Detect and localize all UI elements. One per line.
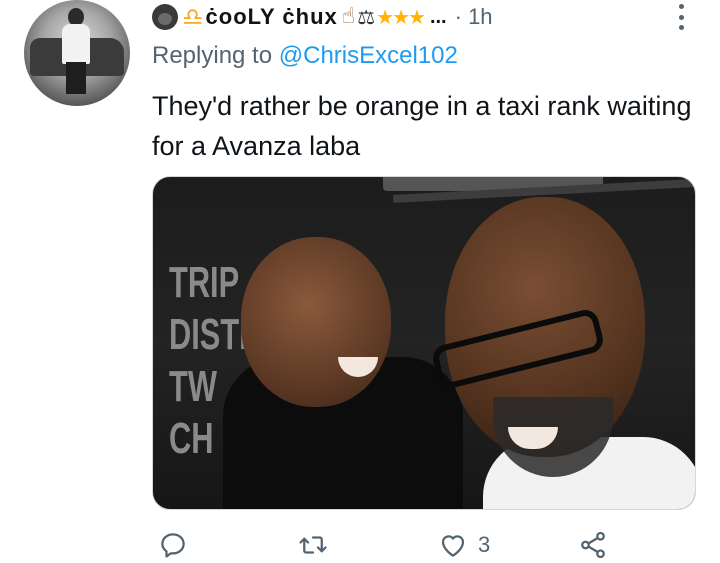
author-display-name[interactable]: ċooLY ċhux xyxy=(206,4,338,30)
replying-to-label: Replying to xyxy=(152,42,273,69)
gorilla-emoji-icon xyxy=(152,4,178,30)
reply-button[interactable] xyxy=(158,530,188,560)
timestamp-value: 1h xyxy=(468,4,493,29)
replying-to-line: Replying to @ChrisExcel102 xyxy=(152,42,458,70)
more-dot xyxy=(678,14,684,20)
like-count: 3 xyxy=(478,532,491,557)
more-dot xyxy=(678,25,684,30)
user-avatar[interactable] xyxy=(24,0,130,106)
name-truncation-ellipsis: ... xyxy=(429,5,447,28)
tweet-header: ♎ ċooLY ċhux ☝ ⚖ ★★★ ... · 1h xyxy=(152,2,493,32)
retweet-button[interactable] xyxy=(298,530,328,560)
like-button[interactable]: 3 xyxy=(438,530,490,560)
share-button[interactable] xyxy=(578,530,608,560)
avatar-person-legs xyxy=(66,62,86,94)
tweet-actions: 3 xyxy=(152,530,696,563)
pointing-finger-emoji-icon: ☝ xyxy=(341,4,356,29)
share-icon xyxy=(581,531,605,559)
libra-emoji-icon: ♎ xyxy=(182,3,204,31)
retweet-icon xyxy=(299,536,327,554)
scales-emoji-icon: ⚖ xyxy=(357,5,376,29)
tweet-text: They'd rather be orange in a taxi rank w… xyxy=(152,91,692,161)
heart-icon xyxy=(441,535,465,557)
photo-person-left-head xyxy=(241,237,391,407)
tweet-photo[interactable]: TRIP DISTI TW CH xyxy=(152,176,696,510)
avatar-person-body xyxy=(62,24,90,64)
more-dot xyxy=(678,4,684,9)
shooting-stars-emoji-icon: ★★★ xyxy=(376,5,426,29)
reply-handle-link[interactable]: @ChrisExcel102 xyxy=(279,42,458,69)
more-options-icon[interactable] xyxy=(674,2,688,32)
reply-icon xyxy=(161,533,185,558)
timestamp-separator: · xyxy=(454,4,462,29)
tweet-timestamp[interactable]: · 1h xyxy=(455,4,493,30)
